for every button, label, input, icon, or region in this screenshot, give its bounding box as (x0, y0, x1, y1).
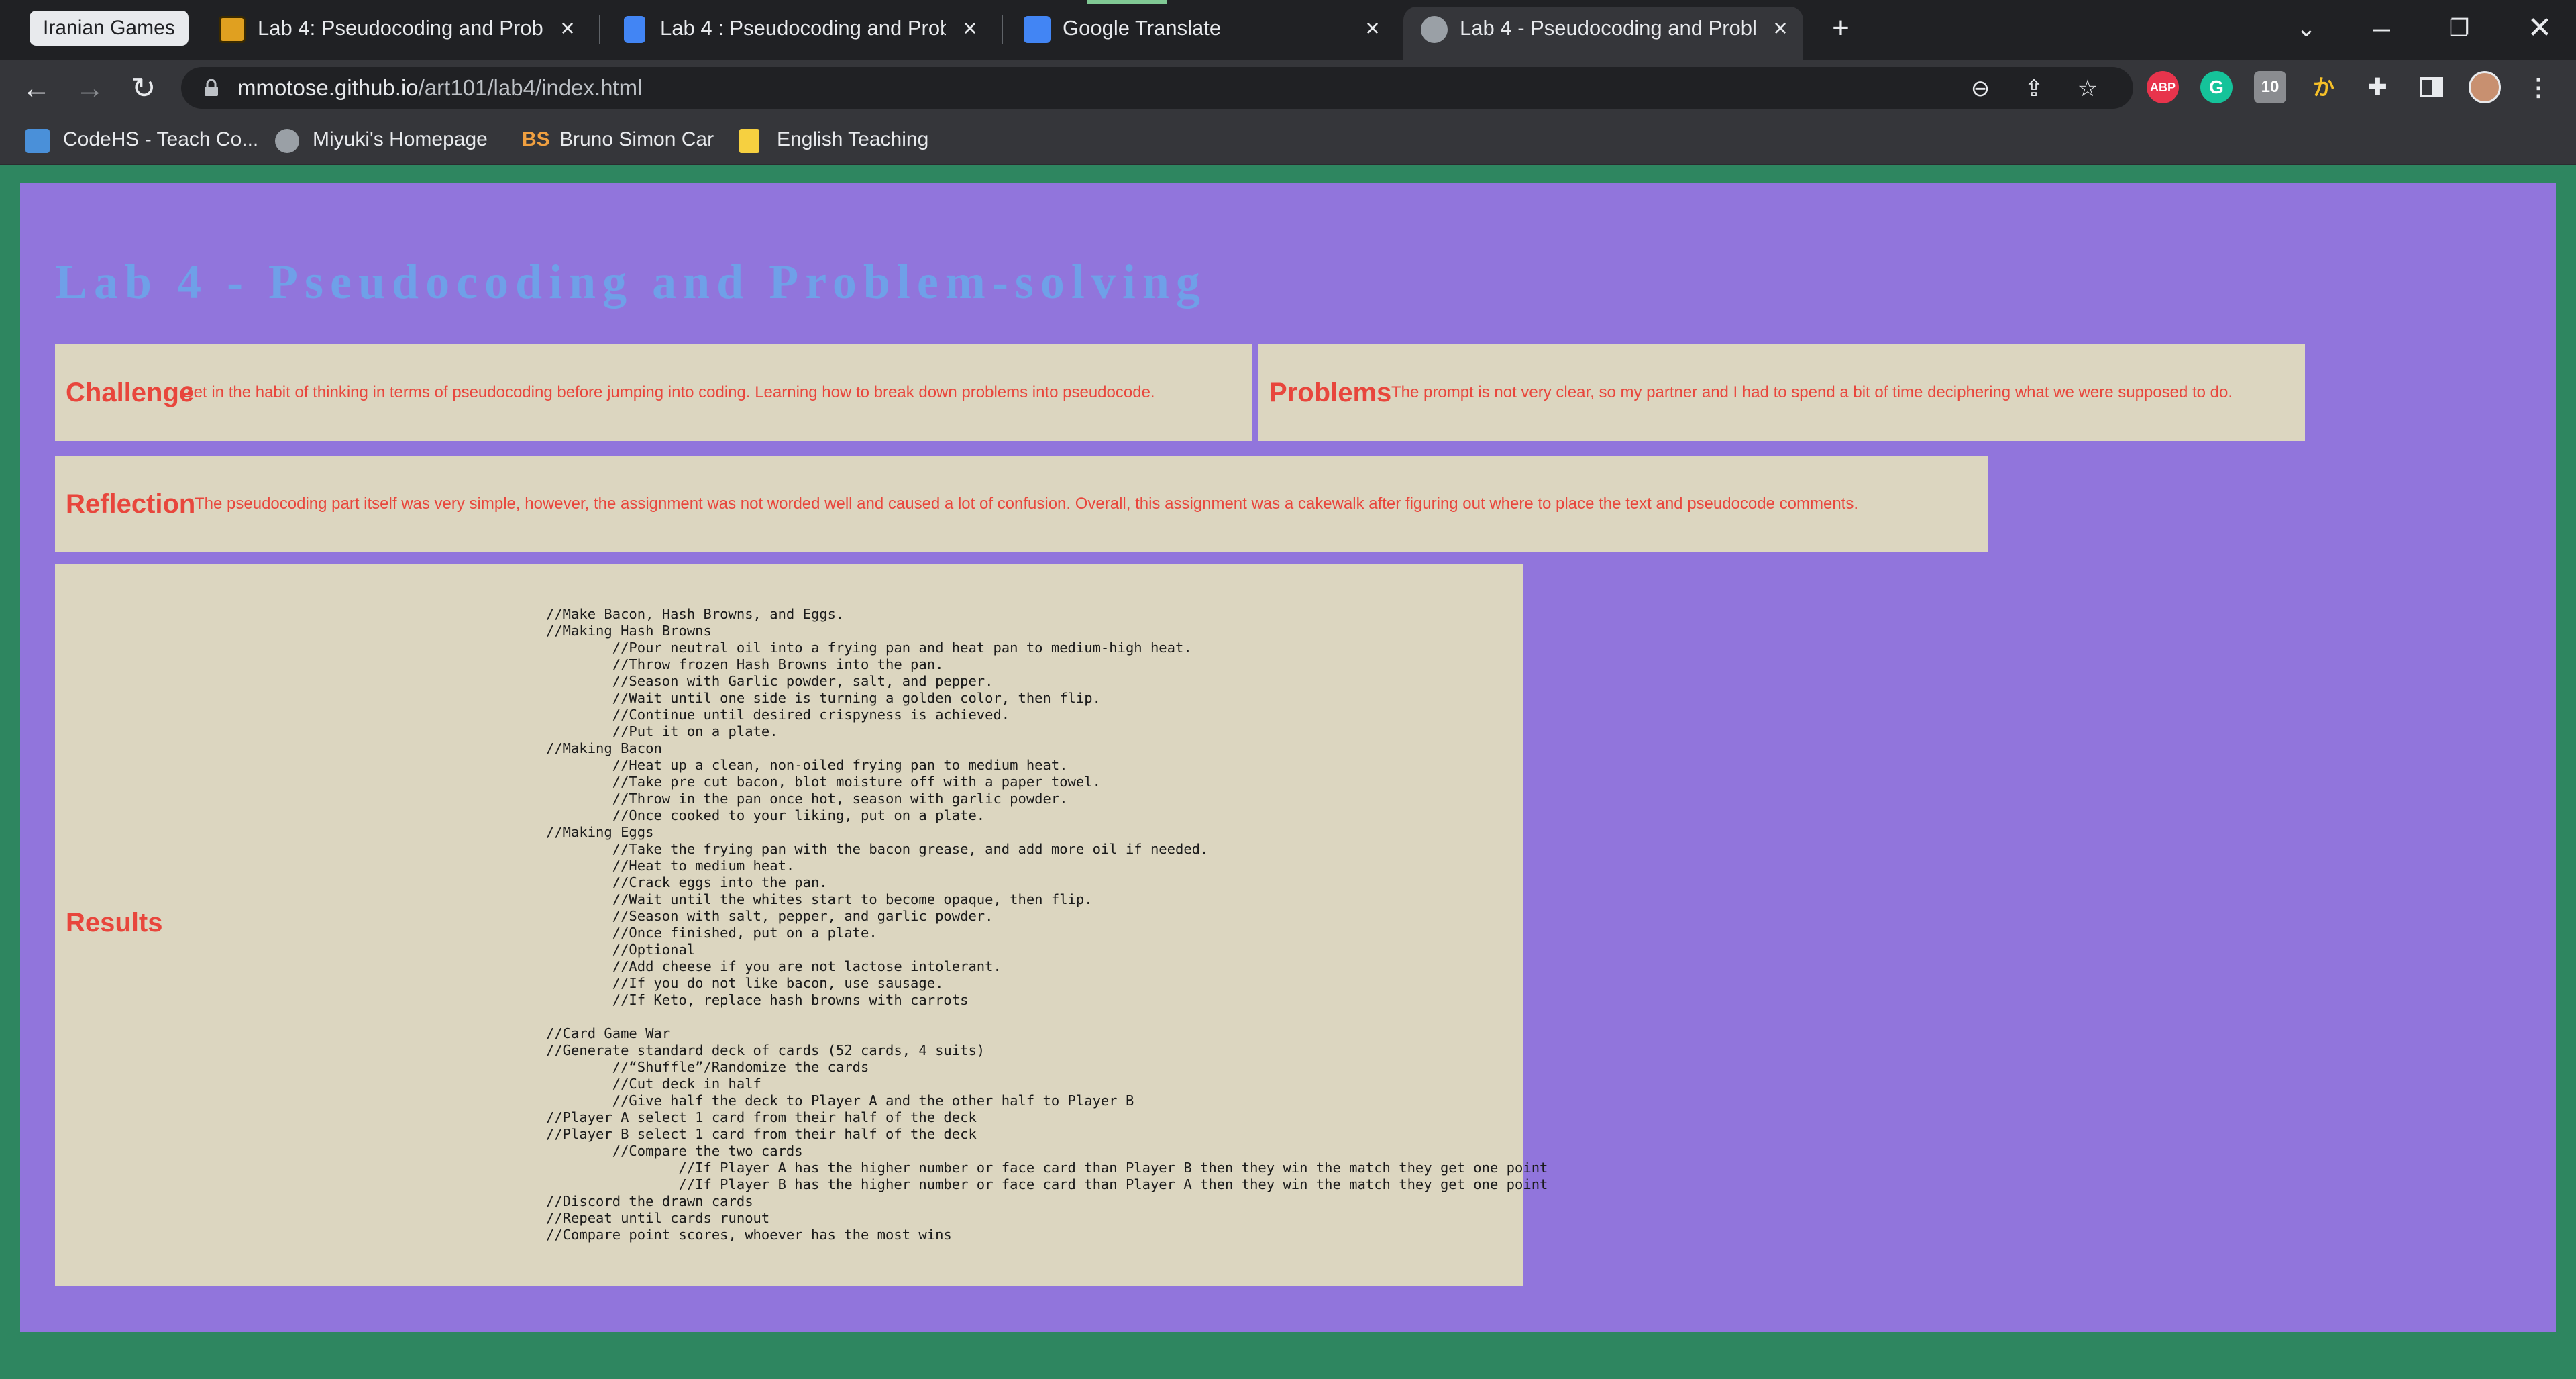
tab-search-icon[interactable]: ⌄ (2279, 7, 2333, 50)
tab-google-translate[interactable]: Google Translate × (1006, 7, 1395, 60)
active-tab-indicator (1087, 0, 1167, 4)
new-tab-button[interactable]: + (1814, 7, 1868, 50)
tab-lab4-codehs[interactable]: Lab 4: Pseudocoding and Problem-solving … (201, 7, 590, 60)
tab-group-chip[interactable]: Iranian Games (30, 11, 189, 46)
browser-toolbar: ← → ↻ mmotose.github.io/art101/lab4/inde… (0, 60, 2576, 115)
challenge-card: Challenge Get in the habit of thinking i… (55, 344, 1252, 441)
share-icon[interactable]: ⇪ (2021, 75, 2047, 102)
challenge-label: Challenge (66, 378, 195, 407)
url-text[interactable]: mmotose.github.io/art101/lab4/index.html (237, 67, 643, 109)
problems-card: Problems The prompt is not very clear, s… (1258, 344, 2305, 441)
minimize-button[interactable]: – (2355, 7, 2408, 50)
extension-10-icon[interactable]: 10 (2254, 71, 2286, 103)
reload-button[interactable]: ↻ (122, 67, 165, 110)
side-panel-icon[interactable] (2415, 71, 2447, 103)
close-icon[interactable]: × (957, 7, 983, 50)
tab-divider (599, 15, 600, 44)
folder-icon (739, 129, 759, 153)
close-icon[interactable]: × (1767, 7, 1794, 50)
globe-icon (275, 129, 299, 153)
restore-button[interactable]: ❐ (2432, 7, 2486, 50)
reflection-text: The pseudocoding part itself was very si… (195, 495, 1859, 513)
reflection-label: Reflection (66, 489, 196, 519)
tab-strip: Iranian Games Lab 4: Pseudocoding and Pr… (0, 0, 2576, 60)
adblock-extension-icon[interactable]: ABP (2147, 71, 2179, 103)
close-icon[interactable]: × (554, 7, 581, 50)
google-translate-icon (1024, 16, 1051, 43)
tab-title: Lab 4 - Pseudocoding and Problem-solving (1460, 16, 1756, 40)
avatar[interactable] (2469, 71, 2501, 103)
challenge-text: Get in the habit of thinking in terms of… (181, 383, 1155, 401)
bookmarks-bar: CodeHS - Teach Co... Miyuki's Homepage B… (0, 115, 2576, 165)
url-path: /art101/lab4/index.html (418, 75, 643, 100)
bookmark-bruno-simon[interactable]: BS Bruno Simon Car (522, 115, 714, 165)
url-host: mmotose.github.io (237, 75, 419, 100)
tab-lab4-active[interactable]: Lab 4 - Pseudocoding and Problem-solving… (1403, 7, 1803, 60)
problems-label: Problems (1269, 378, 1392, 407)
star-icon[interactable]: ☆ (2074, 75, 2101, 102)
globe-icon (1421, 16, 1448, 43)
close-window-button[interactable]: ✕ (2513, 7, 2567, 50)
tab-title: Lab 4: Pseudocoding and Problem-solving (258, 16, 543, 40)
google-docs-icon (624, 16, 645, 43)
kana-extension-icon[interactable]: か (2308, 71, 2340, 103)
results-label: Results (66, 908, 163, 937)
bookmark-codehs[interactable]: CodeHS - Teach Co... (25, 115, 258, 165)
tab-title: Google Translate (1063, 16, 1222, 40)
grammarly-extension-icon[interactable]: G (2200, 71, 2233, 103)
bookmark-english-teaching[interactable]: English Teaching (739, 115, 928, 165)
codehs-icon (219, 16, 246, 43)
forward-button[interactable]: → (68, 67, 111, 110)
page-title: Lab 4 - Pseudocoding and Problem-solving (55, 255, 1207, 309)
results-card: Results //Make Bacon, Hash Browns, and E… (55, 564, 1548, 1286)
problems-text: The prompt is not very clear, so my part… (1391, 383, 2233, 401)
codehs-icon (25, 129, 50, 153)
tab-divider (1002, 15, 1003, 44)
bookmark-miyuki[interactable]: Miyuki's Homepage (275, 115, 488, 165)
pseudocode-block: //Make Bacon, Hash Browns, and Eggs. //M… (546, 606, 1548, 1243)
lock-icon[interactable] (204, 79, 219, 97)
bs-logo-icon: BS (522, 128, 550, 150)
close-icon[interactable]: × (1359, 7, 1386, 50)
address-bar[interactable]: mmotose.github.io/art101/lab4/index.html… (181, 67, 2133, 109)
tab-title: Lab 4 : Pseudocoding and Problem-solving (660, 16, 946, 40)
menu-icon[interactable]: ⋮ (2522, 71, 2555, 103)
back-button[interactable]: ← (15, 67, 58, 110)
page-container: Lab 4 - Pseudocoding and Problem-solving… (20, 183, 2556, 1332)
puzzle-extensions-icon[interactable]: ✚ (2361, 71, 2394, 103)
reflection-card: Reflection The pseudocoding part itself … (55, 456, 1988, 552)
tab-lab4-docs[interactable]: Lab 4 : Pseudocoding and Problem-solving… (604, 7, 993, 60)
zoom-icon[interactable]: ⊖ (1967, 75, 1994, 102)
